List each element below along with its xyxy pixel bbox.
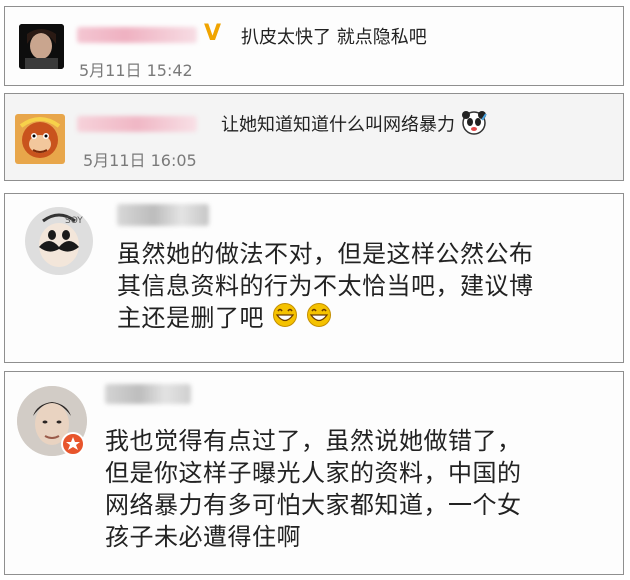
- avatar-portrait-icon: [19, 24, 64, 69]
- verified-badge: V: [204, 21, 222, 46]
- blurred-username: [105, 384, 191, 404]
- comment-line: 其信息资料的行为不太恰当吧，建议博: [117, 272, 534, 300]
- comment-text: 让她知道知道什么叫网络暴力: [221, 110, 487, 141]
- blurred-username: [77, 27, 197, 43]
- comment-card-4: 我也觉得有点过了，虽然说她做错了， 但是你这样子曝光人家的资料，中国的 网络暴力…: [4, 371, 624, 575]
- comment-time: 5月11日 16:05: [83, 151, 197, 170]
- comment-body: 我也觉得有点过了，虽然说她做错了， 但是你这样子曝光人家的资料，中国的 网络暴力…: [105, 425, 522, 553]
- comment-line: 但是你这样子曝光人家的资料，中国的: [105, 459, 522, 487]
- panda-face-icon: [461, 110, 487, 141]
- comment-line: 网络暴力有多可怕大家都知道，一个女: [105, 491, 522, 519]
- blurred-username: [117, 204, 209, 226]
- comment-line: 孩子未必遭得住啊: [105, 523, 301, 551]
- avatar[interactable]: [19, 24, 64, 69]
- comment-card-1: V 扒皮太快了 就点隐私吧 5月11日 15:42: [4, 6, 624, 86]
- comment-body: 虽然她的做法不对，但是这样公然公布 其信息资料的行为不太恰当吧，建议博 主还是删…: [117, 238, 534, 336]
- comment-time: 5月11日 15:42: [79, 61, 193, 80]
- comment-line: 主还是删了吧: [117, 302, 534, 336]
- blurred-username: [77, 116, 197, 132]
- avatar[interactable]: SOY: [25, 207, 93, 275]
- svg-text:SOY: SOY: [65, 216, 83, 226]
- comment-text: 扒皮太快了 就点隐私吧: [241, 27, 427, 48]
- star-badge-icon: [61, 432, 85, 456]
- avatar-cartoon-icon: [15, 114, 65, 164]
- comment-card-2: 让她知道知道什么叫网络暴力 5月11日 16:05: [4, 93, 624, 181]
- avatar[interactable]: [15, 114, 65, 164]
- grin-emoji-icon: [272, 302, 298, 336]
- comment-line: 虽然她的做法不对，但是这样公然公布: [117, 240, 534, 268]
- avatar-cartoon-icon: SOY: [25, 207, 93, 275]
- comment-text-body: 让她知道知道什么叫网络暴力: [221, 114, 455, 136]
- comment-line: 我也觉得有点过了，虽然说她做错了，: [105, 427, 522, 455]
- comment-line-text: 主还是删了吧: [117, 304, 264, 332]
- grin-emoji-icon: [306, 302, 332, 336]
- comment-card-3: SOY 虽然她的做法不对，但是这样公然公布 其信息资料的行为不太恰当吧，建议博 …: [4, 193, 624, 363]
